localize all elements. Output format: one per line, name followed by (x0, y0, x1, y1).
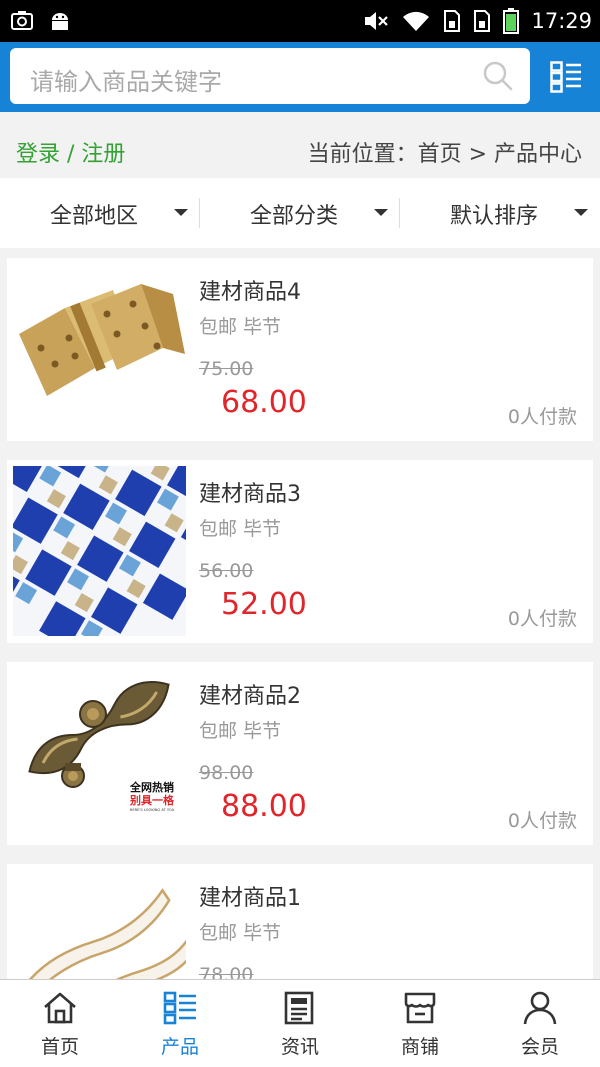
gold-hinge-image (13, 264, 186, 434)
tab-products[interactable]: 产品 (120, 980, 240, 1067)
tab-label: 会员 (520, 1036, 559, 1058)
chevron-down-icon (374, 209, 388, 216)
tab-member[interactable]: 会员 (480, 980, 600, 1067)
sort-filter-label: 默认排序 (450, 204, 539, 229)
login-register-link[interactable]: 登录 / 注册 (16, 136, 125, 168)
tab-home[interactable]: 首页 (0, 980, 120, 1067)
shipping-location: 包邮 毕节 (199, 922, 282, 944)
blue-mosaic-image (13, 466, 186, 636)
region-filter[interactable]: 全部地区 (0, 178, 200, 248)
product-image[interactable] (13, 264, 186, 434)
product-list: 建材商品4 包邮 毕节 75.00 68.00 0人付款 建材商品3 包邮 毕节… (0, 248, 600, 979)
camera-icon (11, 11, 33, 30)
header: 请输入商品关键字 (0, 42, 600, 112)
product-image[interactable]: 全网热销 别具一格 HERE'S LOOKING AT YOU (13, 668, 186, 838)
breadcrumb-bar: 登录 / 注册 当前位置：首页 > 产品中心 (0, 112, 600, 178)
region-filter-label: 全部地区 (50, 204, 139, 229)
tab-label: 商铺 (400, 1036, 439, 1058)
purchase-count: 0人付款 (507, 406, 577, 428)
promo-text: HERE'S LOOKING AT YOU (129, 808, 175, 812)
grid-list-icon (163, 991, 196, 1025)
battery-icon (503, 8, 520, 34)
sale-price: 88.00 (221, 789, 307, 824)
purchase-count: 0人付款 (507, 810, 577, 832)
product-image[interactable] (13, 870, 186, 979)
purchase-count: 0人付款 (507, 608, 577, 630)
category-menu-icon[interactable] (550, 61, 582, 93)
breadcrumb: 当前位置：首页 > 产品中心 (307, 142, 582, 167)
product-image[interactable] (13, 466, 186, 636)
original-price: 75.00 (199, 358, 254, 380)
original-price: 56.00 (199, 560, 254, 582)
shipping-location: 包邮 毕节 (199, 316, 282, 338)
shop-icon (404, 992, 436, 1024)
user-icon (523, 991, 557, 1025)
product-card[interactable]: 建材商品3 包邮 毕节 56.00 52.00 0人付款 (7, 460, 593, 643)
mute-icon (365, 12, 389, 30)
search-input[interactable]: 请输入商品关键字 (10, 48, 530, 104)
product-card[interactable]: 全网热销 别具一格 HERE'S LOOKING AT YOU 建材商品2 包邮… (7, 662, 593, 845)
android-icon (52, 13, 68, 30)
news-icon (284, 991, 314, 1025)
category-filter[interactable]: 全部分类 (200, 178, 400, 248)
sim-icon (474, 10, 491, 32)
search-placeholder: 请输入商品关键字 (30, 68, 222, 96)
tab-label: 资讯 (280, 1036, 319, 1058)
clock: 17:29 (531, 9, 592, 33)
sim-icon (444, 10, 461, 32)
sale-price: 52.00 (221, 587, 307, 622)
original-price: 78.00 (199, 964, 254, 979)
sort-filter[interactable]: 默认排序 (400, 178, 600, 248)
tab-label: 产品 (160, 1036, 199, 1058)
product-card[interactable]: 建材商品1 包邮 毕节 78.00 (7, 864, 593, 979)
white-gold-handle-image (13, 870, 186, 979)
home-icon (44, 992, 76, 1024)
status-bar: 17:29 (0, 0, 600, 42)
category-filter-label: 全部分类 (250, 204, 339, 229)
promo-text: 别具一格 (130, 794, 174, 807)
chevron-down-icon (574, 209, 588, 216)
sale-price: 68.00 (221, 385, 307, 420)
tab-shops[interactable]: 商铺 (360, 980, 480, 1067)
product-title[interactable]: 建材商品4 (199, 274, 301, 306)
product-card[interactable]: 建材商品4 包邮 毕节 75.00 68.00 0人付款 (7, 258, 593, 441)
filter-bar: 全部地区 全部分类 默认排序 (0, 178, 600, 248)
original-price: 98.00 (199, 762, 254, 784)
tab-label: 首页 (40, 1036, 79, 1058)
tab-news[interactable]: 资讯 (240, 980, 360, 1067)
search-icon[interactable] (482, 60, 514, 92)
shipping-location: 包邮 毕节 (199, 720, 282, 742)
product-title[interactable]: 建材商品2 (199, 678, 301, 710)
shipping-location: 包邮 毕节 (199, 518, 282, 540)
bottom-tab-bar: 首页 产品 资讯 商铺 会员 (0, 979, 600, 1067)
product-title[interactable]: 建材商品3 (199, 476, 301, 508)
promo-text: 全网热销 (130, 781, 174, 794)
chevron-down-icon (174, 209, 188, 216)
product-title[interactable]: 建材商品1 (199, 880, 301, 912)
wifi-icon (403, 11, 430, 31)
